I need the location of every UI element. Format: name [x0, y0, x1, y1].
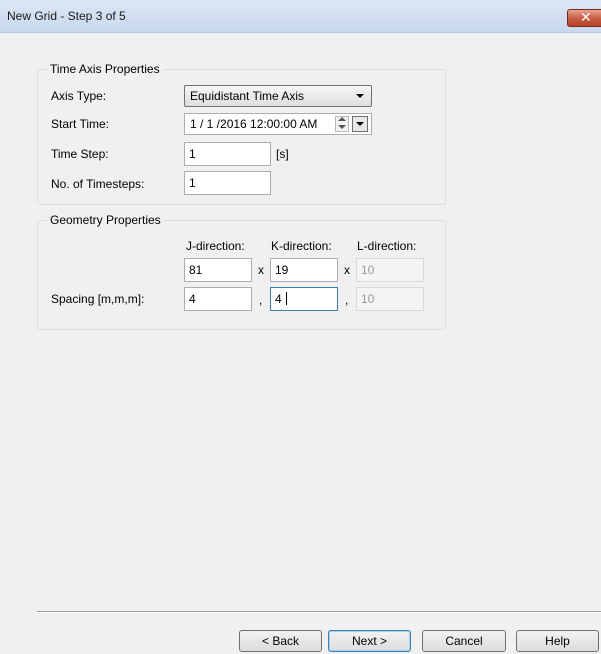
k-direction-header: K-direction:: [271, 239, 332, 253]
l-spacing-input: 10: [356, 287, 424, 311]
time-step-unit: [s]: [276, 147, 289, 161]
l-count-input: 10: [356, 258, 424, 282]
l-direction-header: L-direction:: [357, 239, 417, 253]
timesteps-value: 1: [189, 176, 196, 190]
l-count-value: 10: [361, 263, 375, 277]
j-direction-header: J-direction:: [186, 239, 245, 253]
spin-up-icon: [338, 117, 346, 121]
wizard-client-area: Time Axis Properties Axis Type: Equidist…: [0, 33, 601, 654]
j-count-input[interactable]: 81: [184, 258, 252, 282]
j-spacing-value: 4: [189, 292, 196, 306]
cancel-button[interactable]: Cancel: [422, 630, 506, 652]
time-spinner[interactable]: [335, 116, 349, 132]
j-count-value: 81: [189, 263, 203, 277]
time-step-value: 1: [189, 147, 196, 161]
window-title: New Grid - Step 3 of 5: [7, 9, 126, 23]
axis-type-label: Axis Type:: [51, 89, 107, 103]
start-time-label: Start Time:: [51, 117, 110, 131]
title-bar: New Grid - Step 3 of 5 ✕: [0, 0, 601, 33]
times-separator: x: [258, 263, 264, 277]
timesteps-label: No. of Timesteps:: [51, 177, 145, 191]
text-caret: [286, 292, 288, 305]
close-button[interactable]: ✕: [567, 9, 601, 27]
spacing-label: Spacing [m,m,m]:: [51, 292, 145, 306]
axis-type-value: Equidistant Time Axis: [190, 89, 305, 103]
spin-down-icon: [338, 125, 346, 129]
k-count-value: 19: [275, 263, 289, 277]
timesteps-input[interactable]: 1: [184, 171, 271, 195]
k-spacing-input[interactable]: 4: [270, 287, 338, 311]
start-time-value: 1 / 1 /2016 12:00:00 AM: [190, 117, 318, 131]
geometry-legend: Geometry Properties: [47, 213, 164, 227]
time-step-input[interactable]: 1: [184, 142, 271, 166]
l-spacing-value: 10: [361, 292, 375, 306]
time-axis-legend: Time Axis Properties: [47, 62, 163, 76]
k-spacing-value: 4: [275, 292, 282, 306]
footer-separator: [37, 611, 601, 613]
comma-separator: ,: [345, 293, 349, 307]
times-separator: x: [344, 263, 350, 277]
chevron-down-icon: [356, 122, 364, 126]
close-icon: ✕: [580, 9, 592, 25]
j-spacing-input[interactable]: 4: [184, 287, 252, 311]
help-button[interactable]: Help: [516, 630, 599, 652]
comma-separator: ,: [259, 293, 263, 307]
start-time-picker[interactable]: 1 / 1 /2016 12:00:00 AM: [184, 113, 372, 135]
calendar-dropdown-button[interactable]: [352, 116, 368, 132]
chevron-down-icon: [356, 94, 364, 98]
k-count-input[interactable]: 19: [270, 258, 338, 282]
back-button[interactable]: < Back: [239, 630, 322, 652]
time-step-label: Time Step:: [51, 147, 109, 161]
next-button[interactable]: Next >: [328, 630, 411, 652]
axis-type-select[interactable]: Equidistant Time Axis: [184, 85, 372, 107]
